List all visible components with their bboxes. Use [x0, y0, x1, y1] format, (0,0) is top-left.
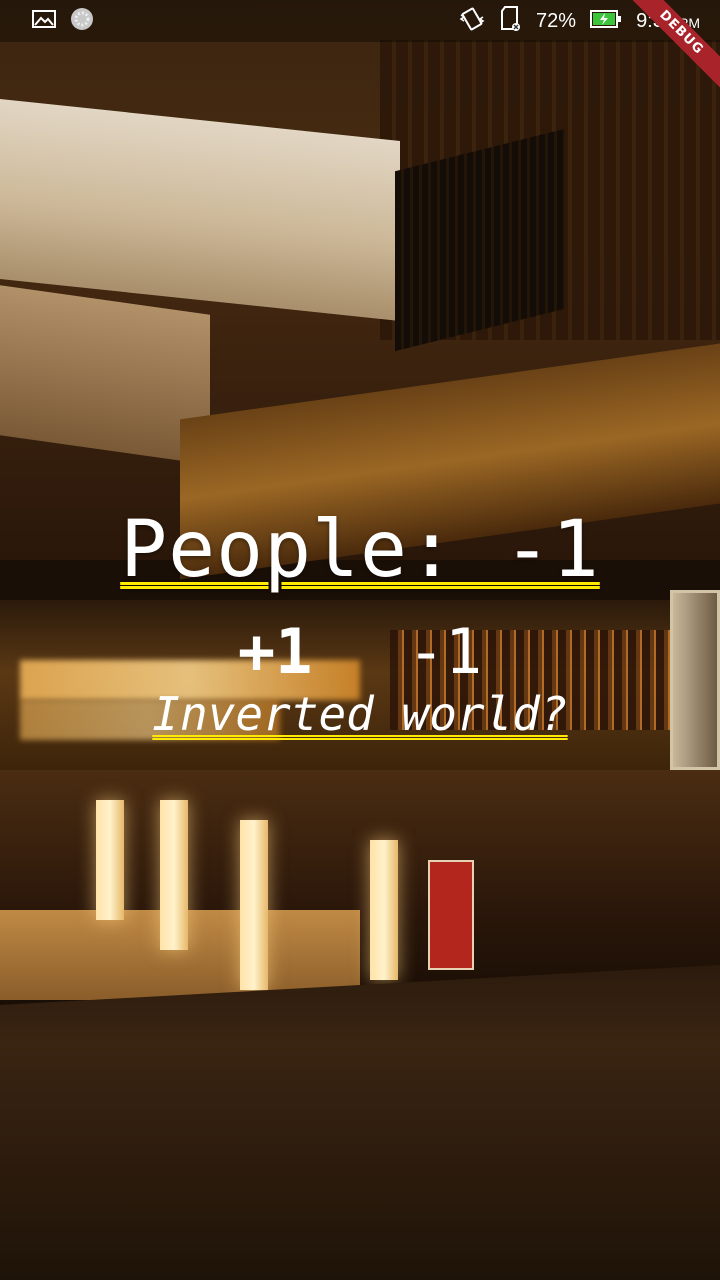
lit-pillar [370, 840, 398, 980]
sd-card-icon [500, 5, 522, 37]
decrement-button[interactable]: -1 [408, 617, 483, 687]
battery-percent: 72% [536, 9, 577, 32]
ceiling-panel-lower [0, 285, 210, 465]
lit-pillar [160, 800, 188, 950]
increment-button[interactable]: +1 [238, 617, 313, 687]
status-bar: 72% 9:31 PM DEBUG [0, 0, 720, 94]
lit-pillar [240, 820, 268, 990]
vibrate-icon [458, 5, 486, 37]
counter-controls: +1 -1 [238, 617, 482, 687]
people-counter-text: People: -1 [120, 505, 600, 595]
counter-panel: People: -1 +1 -1 Inverted world? [0, 505, 720, 743]
battery-charging-icon [590, 9, 622, 33]
image-icon [32, 10, 56, 32]
table-surface [0, 965, 720, 1280]
status-left [32, 7, 94, 35]
poster [428, 860, 474, 970]
lit-pillar [96, 800, 124, 920]
loading-spinner-icon [70, 7, 94, 35]
status-message: Inverted world? [152, 687, 568, 741]
